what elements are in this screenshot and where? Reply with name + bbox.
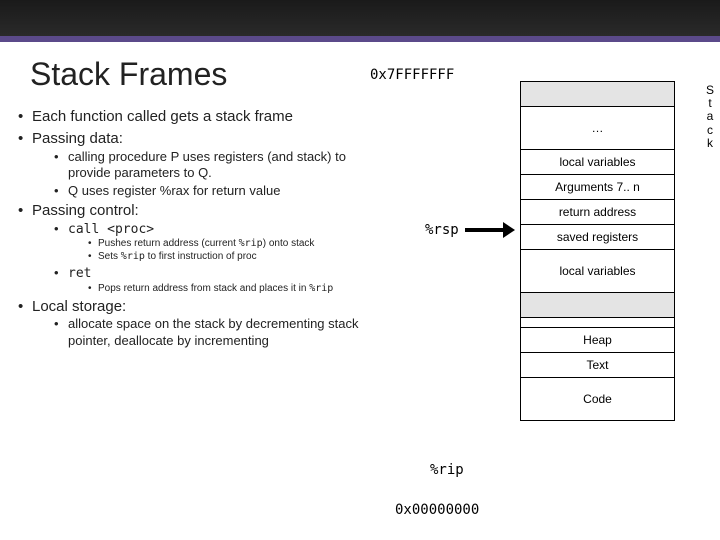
push-text-a: Pushes return address (current <box>98 238 239 249</box>
sub-call: call <proc> Pushes return address (curre… <box>52 221 370 263</box>
sub-ret: ret Pops return address from stack and p… <box>52 265 370 294</box>
title-bar-dark <box>0 0 720 36</box>
slide-title: Stack Frames <box>30 56 227 93</box>
pop-rip: %rip <box>309 283 333 294</box>
memory-diagram: … local variables Arguments 7.. n return… <box>520 82 675 421</box>
bullet-passing-data: Passing data: calling procedure P uses r… <box>10 130 370 200</box>
address-bottom: 0x00000000 <box>395 502 479 518</box>
cell-text: Text <box>520 352 675 378</box>
cell-return-address: return address <box>520 199 675 225</box>
rip-label: %rip <box>430 462 464 478</box>
bullet-local-storage: Local storage: allocate space on the sta… <box>10 298 370 349</box>
bullet-stackframe: Each function called gets a stack frame <box>10 108 370 127</box>
push-rip: %rip <box>239 238 263 249</box>
rsp-label: %rsp <box>425 222 459 238</box>
sub-p-registers: calling procedure P uses registers (and … <box>52 149 370 182</box>
bullet-local-storage-label: Local storage: <box>32 298 126 315</box>
cell-shade-1 <box>520 292 675 318</box>
cell-header <box>520 81 675 107</box>
cell-arguments: Arguments 7.. n <box>520 174 675 200</box>
sub-call-push: Pushes return address (current %rip) ont… <box>86 238 370 250</box>
bullet-passing-control-label: Passing control: <box>32 202 139 219</box>
cell-heap: Heap <box>520 327 675 353</box>
sub-ret-pop: Pops return address from stack and place… <box>86 283 370 295</box>
slide-body: Each function called gets a stack frame … <box>10 108 370 352</box>
cell-local-vars-1: local variables <box>520 149 675 175</box>
sub-q-rax: Q uses register %rax for return value <box>52 183 370 199</box>
ret-code: ret <box>68 266 91 281</box>
set-rip: %rip <box>121 251 145 262</box>
arrow-icon <box>465 222 515 238</box>
bullet-passing-control: Passing control: call <proc> Pushes retu… <box>10 202 370 294</box>
stack-vertical-label: Stack <box>704 84 716 150</box>
sub-allocate: allocate space on the stack by decrement… <box>52 316 370 349</box>
accent-bar <box>0 36 720 42</box>
cell-code: Code <box>520 377 675 421</box>
address-top: 0x7FFFFFFF <box>370 67 454 83</box>
bullet-passing-data-label: Passing data: <box>32 130 123 147</box>
set-text-b: to first instruction of proc <box>145 251 257 262</box>
cell-ellipsis: … <box>520 106 675 150</box>
call-code: call <proc> <box>68 222 154 237</box>
sub-call-set: Sets %rip to first instruction of proc <box>86 251 370 263</box>
pop-text: Pops return address from stack and place… <box>98 283 309 294</box>
cell-saved-registers: saved registers <box>520 224 675 250</box>
set-text-a: Sets <box>98 251 121 262</box>
push-text-b: ) onto stack <box>263 238 315 249</box>
cell-local-vars-2: local variables <box>520 249 675 293</box>
